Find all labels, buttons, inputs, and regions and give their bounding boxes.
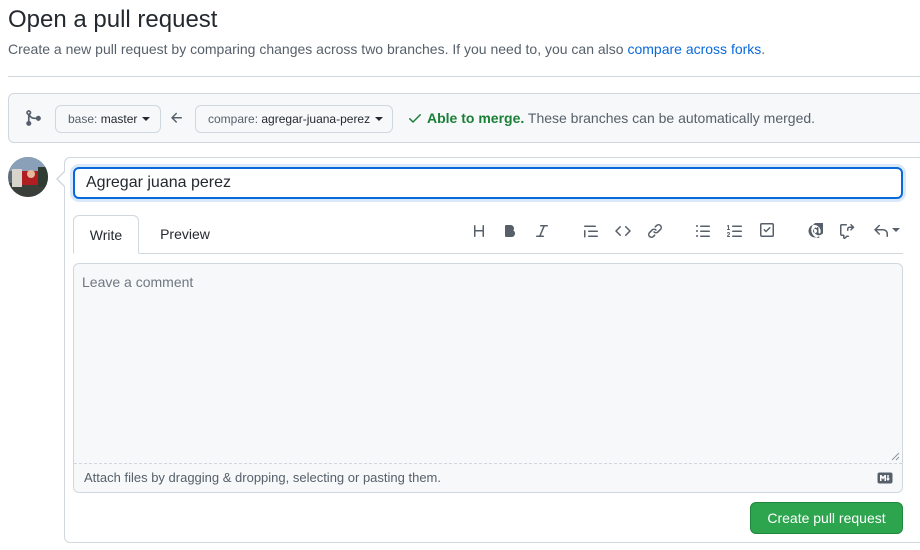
mention-button[interactable] bbox=[804, 220, 826, 242]
base-branch-name: master bbox=[100, 112, 138, 126]
ordered-list-icon bbox=[727, 225, 742, 237]
attach-files-bar[interactable]: Attach files by dragging & dropping, sel… bbox=[74, 463, 902, 492]
compare-range-icon bbox=[26, 110, 41, 126]
box-pointer-inner bbox=[58, 172, 65, 186]
check-icon bbox=[409, 114, 421, 123]
code-button[interactable] bbox=[612, 220, 634, 242]
ordered-list-button[interactable] bbox=[724, 220, 746, 242]
unordered-list-button[interactable] bbox=[692, 220, 714, 242]
code-icon bbox=[615, 225, 631, 237]
comment-box: Attach files by dragging & dropping, sel… bbox=[73, 263, 903, 493]
tab-write[interactable]: Write bbox=[73, 215, 139, 254]
compare-branch-name: agregar-juana-perez bbox=[261, 112, 371, 126]
italic-icon bbox=[536, 225, 548, 237]
compare-prefix: compare: bbox=[208, 112, 259, 126]
compare-across-forks-link[interactable]: compare across forks bbox=[627, 41, 761, 57]
markdown-icon[interactable] bbox=[877, 472, 893, 484]
title-input[interactable] bbox=[73, 167, 903, 199]
tab-preview[interactable]: Preview bbox=[150, 215, 220, 254]
subtitle-text: Create a new pull request by comparing c… bbox=[8, 41, 628, 57]
quote-button[interactable] bbox=[580, 220, 602, 242]
page-title: Open a pull request bbox=[8, 6, 218, 33]
merge-status: Able to merge. These branches can be aut… bbox=[407, 110, 815, 126]
subtitle-end: . bbox=[761, 41, 766, 57]
saved-replies-button[interactable] bbox=[870, 220, 902, 242]
merge-ok-text: Able to merge. bbox=[427, 110, 525, 126]
compare-branch-button[interactable]: compare: agregar-juana-perez bbox=[195, 105, 393, 133]
heading-icon bbox=[474, 225, 484, 237]
comment-textarea[interactable] bbox=[74, 264, 902, 463]
bold-button[interactable] bbox=[499, 220, 521, 242]
chevron-down-icon bbox=[375, 116, 384, 121]
tab-underline bbox=[73, 253, 903, 254]
mention-icon bbox=[808, 223, 823, 238]
cross-reference-icon bbox=[840, 223, 855, 239]
bold-icon bbox=[505, 225, 516, 237]
avatar[interactable] bbox=[8, 157, 48, 197]
merge-detail-text: These branches can be automatically merg… bbox=[524, 110, 816, 126]
task-list-button[interactable] bbox=[756, 220, 778, 242]
quote-icon bbox=[584, 225, 598, 238]
link-icon bbox=[648, 224, 662, 238]
resize-grip-icon[interactable] bbox=[891, 452, 900, 461]
task-list-icon bbox=[760, 223, 774, 237]
chevron-down-icon bbox=[891, 228, 900, 232]
header-divider bbox=[8, 76, 920, 77]
chevron-down-icon bbox=[142, 116, 151, 121]
saved-replies-icon bbox=[873, 224, 888, 237]
create-pull-request-button[interactable]: Create pull request bbox=[750, 502, 903, 534]
unordered-list-icon bbox=[696, 225, 710, 237]
italic-button[interactable] bbox=[531, 220, 553, 242]
heading-button[interactable] bbox=[468, 220, 490, 242]
base-prefix: base: bbox=[68, 112, 98, 126]
attach-files-text: Attach files by dragging & dropping, sel… bbox=[84, 470, 441, 485]
arrow-left-icon bbox=[171, 112, 182, 123]
cross-reference-button[interactable] bbox=[836, 220, 858, 242]
page-subtitle: Create a new pull request by comparing c… bbox=[8, 41, 765, 57]
base-branch-button[interactable]: base: master bbox=[55, 105, 161, 133]
link-button[interactable] bbox=[644, 220, 666, 242]
branch-range-bar: base: master compare: agregar-juana-pere… bbox=[8, 93, 920, 143]
